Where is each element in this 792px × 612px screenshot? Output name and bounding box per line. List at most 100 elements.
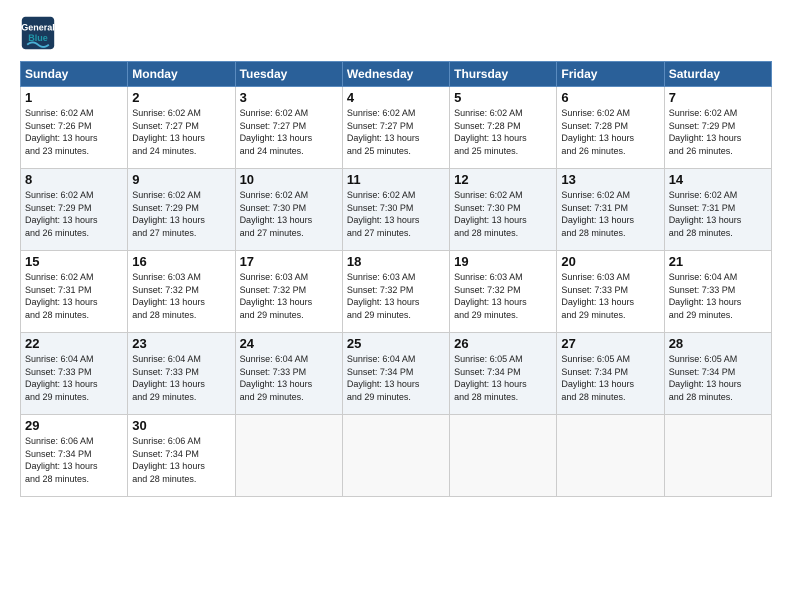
cell-content: Sunrise: 6:02 AMSunset: 7:30 PMDaylight:… (347, 189, 445, 239)
day-number: 6 (561, 90, 659, 105)
calendar-cell: 24Sunrise: 6:04 AMSunset: 7:33 PMDayligh… (235, 333, 342, 415)
cell-content: Sunrise: 6:02 AMSunset: 7:29 PMDaylight:… (25, 189, 123, 239)
cell-content: Sunrise: 6:03 AMSunset: 7:32 PMDaylight:… (132, 271, 230, 321)
calendar-cell: 23 Sunrise: 6:04 AMSunset: 7:33 PMDayligh… (128, 333, 235, 415)
day-number: 23 (132, 336, 230, 351)
calendar-cell: 1 Sunrise: 6:02 AMSunset: 7:26 PMDaylight… (21, 87, 128, 169)
day-number: 27 (561, 336, 659, 351)
cell-content: Sunrise: 6:02 AMSunset: 7:31 PMDaylight:… (25, 271, 123, 321)
day-number: 4 (347, 90, 445, 105)
calendar-cell (557, 415, 664, 497)
calendar-cell (342, 415, 449, 497)
header: General Blue (20, 15, 772, 51)
calendar-cell: 30 Sunrise: 6:06 AMSunset: 7:34 PMDayligh… (128, 415, 235, 497)
calendar-week-row: 29 Sunrise: 6:06 AMSunset: 7:34 PMDayligh… (21, 415, 772, 497)
calendar-cell: 7 Sunrise: 6:02 AMSunset: 7:29 PMDaylight… (664, 87, 771, 169)
day-number: 1 (25, 90, 123, 105)
day-number: 16 (132, 254, 230, 269)
day-number: 29 (25, 418, 123, 433)
cell-content: Sunrise: 6:02 AMSunset: 7:29 PMDaylight:… (132, 189, 230, 239)
calendar-cell: 3 Sunrise: 6:02 AMSunset: 7:27 PMDaylight… (235, 87, 342, 169)
day-number: 2 (132, 90, 230, 105)
day-number: 28 (669, 336, 767, 351)
calendar-body: 1 Sunrise: 6:02 AMSunset: 7:26 PMDaylight… (21, 87, 772, 497)
calendar-week-row: 1 Sunrise: 6:02 AMSunset: 7:26 PMDaylight… (21, 87, 772, 169)
day-of-week-header: Tuesday (235, 62, 342, 87)
day-number: 26 (454, 336, 552, 351)
day-number: 25 (347, 336, 445, 351)
cell-content: Sunrise: 6:02 AMSunset: 7:27 PMDaylight:… (240, 107, 338, 157)
calendar-cell: 25 Sunrise: 6:04 AMSunset: 7:34 PMDayligh… (342, 333, 449, 415)
calendar-week-row: 15 Sunrise: 6:02 AMSunset: 7:31 PMDayligh… (21, 251, 772, 333)
calendar-header-row: SundayMondayTuesdayWednesdayThursdayFrid… (21, 62, 772, 87)
cell-content: Sunrise: 6:04 AMSunset: 7:33 PMDaylight:… (240, 353, 338, 403)
cell-content: Sunrise: 6:02 AMSunset: 7:26 PMDaylight:… (25, 107, 123, 157)
calendar-cell: 16 Sunrise: 6:03 AMSunset: 7:32 PMDayligh… (128, 251, 235, 333)
day-number: 8 (25, 172, 123, 187)
calendar-cell: 29Sunrise: 6:06 AMSunset: 7:34 PMDayligh… (21, 415, 128, 497)
cell-content: Sunrise: 6:02 AMSunset: 7:28 PMDaylight:… (561, 107, 659, 157)
cell-content: Sunrise: 6:02 AMSunset: 7:27 PMDaylight:… (132, 107, 230, 157)
calendar-cell: 2 Sunrise: 6:02 AMSunset: 7:27 PMDaylight… (128, 87, 235, 169)
day-number: 11 (347, 172, 445, 187)
cell-content: Sunrise: 6:02 AMSunset: 7:27 PMDaylight:… (347, 107, 445, 157)
calendar-cell: 10 Sunrise: 6:02 AMSunset: 7:30 PMDayligh… (235, 169, 342, 251)
calendar-week-row: 8 Sunrise: 6:02 AMSunset: 7:29 PMDaylight… (21, 169, 772, 251)
day-number: 30 (132, 418, 230, 433)
day-of-week-header: Saturday (664, 62, 771, 87)
calendar-cell: 13Sunrise: 6:02 AMSunset: 7:31 PMDayligh… (557, 169, 664, 251)
day-of-week-header: Thursday (450, 62, 557, 87)
day-number: 12 (454, 172, 552, 187)
cell-content: Sunrise: 6:04 AMSunset: 7:33 PMDaylight:… (669, 271, 767, 321)
svg-text:Blue: Blue (28, 33, 48, 43)
day-number: 18 (347, 254, 445, 269)
day-number: 5 (454, 90, 552, 105)
calendar-cell: 27 Sunrise: 6:05 AMSunset: 7:34 PMDayligh… (557, 333, 664, 415)
calendar-cell: 20 Sunrise: 6:03 AMSunset: 7:33 PMDayligh… (557, 251, 664, 333)
calendar-cell: 22 Sunrise: 6:04 AMSunset: 7:33 PMDayligh… (21, 333, 128, 415)
cell-content: Sunrise: 6:04 AMSunset: 7:33 PMDaylight:… (132, 353, 230, 403)
cell-content: Sunrise: 6:02 AMSunset: 7:31 PMDaylight:… (669, 189, 767, 239)
day-number: 20 (561, 254, 659, 269)
calendar-cell: 6 Sunrise: 6:02 AMSunset: 7:28 PMDaylight… (557, 87, 664, 169)
calendar-table: SundayMondayTuesdayWednesdayThursdayFrid… (20, 61, 772, 497)
cell-content: Sunrise: 6:05 AMSunset: 7:34 PMDaylight:… (669, 353, 767, 403)
calendar-cell: 14Sunrise: 6:02 AMSunset: 7:31 PMDayligh… (664, 169, 771, 251)
cell-content: Sunrise: 6:06 AMSunset: 7:34 PMDaylight:… (132, 435, 230, 485)
cell-content: Sunrise: 6:02 AMSunset: 7:30 PMDaylight:… (240, 189, 338, 239)
day-number: 17 (240, 254, 338, 269)
cell-content: Sunrise: 6:03 AMSunset: 7:32 PMDaylight:… (454, 271, 552, 321)
cell-content: Sunrise: 6:05 AMSunset: 7:34 PMDaylight:… (561, 353, 659, 403)
calendar-cell (450, 415, 557, 497)
day-number: 22 (25, 336, 123, 351)
cell-content: Sunrise: 6:02 AMSunset: 7:31 PMDaylight:… (561, 189, 659, 239)
cell-content: Sunrise: 6:04 AMSunset: 7:34 PMDaylight:… (347, 353, 445, 403)
cell-content: Sunrise: 6:04 AMSunset: 7:33 PMDaylight:… (25, 353, 123, 403)
svg-text:General: General (21, 22, 55, 32)
logo: General Blue (20, 15, 56, 51)
day-of-week-header: Wednesday (342, 62, 449, 87)
calendar-cell: 26Sunrise: 6:05 AMSunset: 7:34 PMDayligh… (450, 333, 557, 415)
calendar-cell: 12 Sunrise: 6:02 AMSunset: 7:30 PMDayligh… (450, 169, 557, 251)
calendar-cell (664, 415, 771, 497)
day-number: 3 (240, 90, 338, 105)
page: General Blue SundayMondayTuesdayWednesda… (0, 0, 792, 612)
calendar-cell: 8 Sunrise: 6:02 AMSunset: 7:29 PMDaylight… (21, 169, 128, 251)
cell-content: Sunrise: 6:03 AMSunset: 7:33 PMDaylight:… (561, 271, 659, 321)
calendar-cell: 9 Sunrise: 6:02 AMSunset: 7:29 PMDaylight… (128, 169, 235, 251)
day-number: 15 (25, 254, 123, 269)
day-of-week-header: Friday (557, 62, 664, 87)
calendar-cell: 17Sunrise: 6:03 AMSunset: 7:32 PMDayligh… (235, 251, 342, 333)
calendar-cell: 15 Sunrise: 6:02 AMSunset: 7:31 PMDayligh… (21, 251, 128, 333)
day-number: 10 (240, 172, 338, 187)
cell-content: Sunrise: 6:02 AMSunset: 7:29 PMDaylight:… (669, 107, 767, 157)
cell-content: Sunrise: 6:02 AMSunset: 7:30 PMDaylight:… (454, 189, 552, 239)
cell-content: Sunrise: 6:03 AMSunset: 7:32 PMDaylight:… (347, 271, 445, 321)
logo-icon: General Blue (20, 15, 56, 51)
calendar-cell: 4 Sunrise: 6:02 AMSunset: 7:27 PMDaylight… (342, 87, 449, 169)
day-number: 9 (132, 172, 230, 187)
calendar-cell (235, 415, 342, 497)
calendar-week-row: 22 Sunrise: 6:04 AMSunset: 7:33 PMDayligh… (21, 333, 772, 415)
day-number: 7 (669, 90, 767, 105)
day-of-week-header: Sunday (21, 62, 128, 87)
